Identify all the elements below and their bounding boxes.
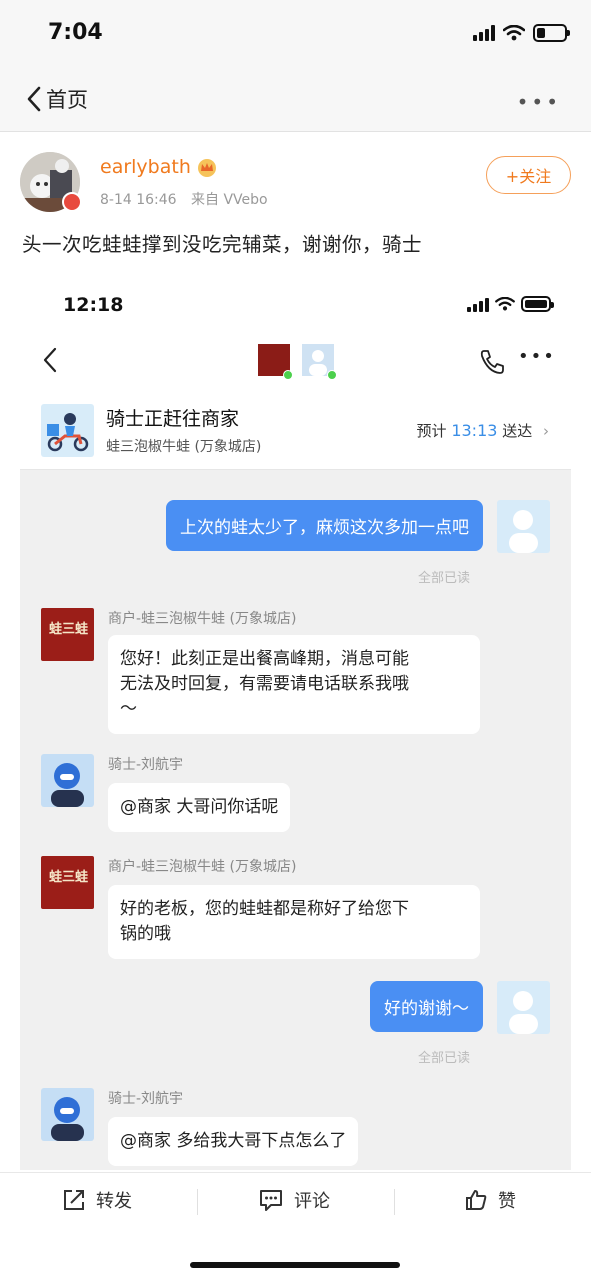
message-line: ～ — [120, 699, 137, 719]
more-icon[interactable]: ••• — [518, 346, 556, 367]
sender-name: 骑士-刘航宇 — [108, 1091, 184, 1107]
message-bubble-rider[interactable]: @商家 大哥问你话呢 — [108, 783, 291, 832]
home-indicator[interactable] — [190, 1262, 400, 1268]
read-receipt: 全部已读 — [418, 571, 471, 586]
rider-scooter-icon — [41, 404, 94, 457]
signal-icon — [467, 296, 489, 312]
message-bubble-me[interactable]: 好的谢谢～ — [370, 981, 483, 1032]
top-nav-bar: 首页 ••• — [0, 70, 591, 132]
back-chevron-icon[interactable] — [42, 346, 58, 374]
wifi-icon — [495, 297, 515, 311]
like-icon — [466, 1190, 487, 1210]
avatar-me[interactable] — [497, 981, 550, 1034]
eta-time: 13:13 — [451, 421, 498, 440]
embedded-status-icons — [467, 296, 554, 312]
comment-icon — [260, 1190, 282, 1211]
sender-name: 商户-蛙三泡椒牛蛙 (万象城店) — [108, 859, 297, 875]
message-line: 好的老板，您的蛙蛙都是称好了给您下 — [120, 899, 409, 919]
repost-button[interactable]: 转发 — [62, 1187, 132, 1213]
message-bubble-shop[interactable]: 好的老板，您的蛙蛙都是称好了给您下 锅的哦 — [108, 885, 480, 959]
crown-icon — [198, 159, 216, 177]
post-action-bar: 转发 评论 赞 — [0, 1172, 591, 1232]
signal-icon — [473, 25, 495, 41]
status-time: 7:04 — [48, 20, 103, 45]
order-status: 骑士正赶往商家 — [106, 408, 240, 430]
post-date: 8-14 16:46 — [100, 192, 177, 208]
post-meta: 8-14 16:46 来自 VVebo — [100, 189, 268, 209]
post-source: 来自 VVebo — [191, 192, 268, 208]
back-chevron-icon — [27, 86, 41, 112]
phone-icon[interactable] — [478, 348, 506, 376]
battery-icon — [533, 24, 570, 42]
follow-button[interactable]: +关注 — [486, 156, 571, 194]
username[interactable]: earlybath — [100, 156, 191, 178]
like-button[interactable]: 赞 — [464, 1187, 516, 1213]
order-eta[interactable]: 预计 13:13 送达 › — [417, 420, 549, 441]
read-receipt: 全部已读 — [418, 1051, 471, 1066]
comment-button[interactable]: 评论 — [258, 1187, 330, 1213]
avatar-shop[interactable]: 蛙三蛙 — [41, 608, 94, 661]
avatar-shop[interactable]: 蛙三蛙 — [41, 856, 94, 909]
message-bubble-shop[interactable]: 您好！此刻正是出餐高峰期，消息可能 无法及时回复，有需要请电话联系我哦 ～ — [108, 635, 480, 734]
sender-name: 商户-蛙三泡椒牛蛙 (万象城店) — [108, 611, 297, 627]
avatar-me[interactable] — [497, 500, 550, 553]
order-shop-name: 蛙三泡椒牛蛙 (万象城店) — [106, 439, 262, 455]
back-label: 首页 — [46, 88, 88, 112]
like-label: 赞 — [498, 1191, 516, 1212]
chevron-right-icon: › — [543, 422, 549, 440]
comment-label: 评论 — [294, 1191, 330, 1212]
avatar-rider[interactable] — [41, 754, 94, 807]
message-bubble-rider[interactable]: @商家 多给我大哥下点怎么了 — [108, 1117, 359, 1166]
message-line: 锅的哦 — [120, 924, 171, 944]
battery-icon — [521, 296, 554, 312]
sender-name: 骑士-刘航宇 — [108, 757, 184, 773]
order-status-bar[interactable]: 骑士正赶往商家 蛙三泡椒牛蛙 (万象城店) 预计 13:13 送达 › — [20, 390, 571, 470]
divider — [197, 1189, 198, 1215]
wifi-icon — [503, 25, 525, 41]
status-icons — [473, 24, 570, 42]
online-indicator — [283, 370, 293, 380]
shop-logo-text: 蛙三蛙 — [49, 622, 89, 637]
more-icon[interactable]: ••• — [517, 90, 561, 114]
message-line: 您好！此刻正是出餐高峰期，消息可能 — [120, 649, 409, 669]
message-line: 无法及时回复，有需要请电话联系我哦 — [120, 674, 409, 694]
eta-suffix: 送达 — [502, 422, 533, 440]
repost-icon — [64, 1190, 84, 1210]
shop-logo-text: 蛙三蛙 — [49, 870, 89, 885]
divider — [394, 1189, 395, 1215]
online-indicator — [327, 370, 337, 380]
chat-header: 12:18 ••• 骑士正赶往商家 蛙三泡椒牛蛙 (万象城店) 预计 13:13… — [20, 278, 571, 470]
status-bar: 7:04 — [0, 0, 591, 70]
avatar-rider[interactable] — [41, 1088, 94, 1141]
message-bubble-me[interactable]: 上次的蛙太少了，麻烦这次多加一点吧 — [166, 500, 483, 551]
embedded-chat-screenshot[interactable]: 12:18 ••• 骑士正赶往商家 蛙三泡椒牛蛙 (万象城店) 预计 13:13… — [20, 278, 571, 1170]
repost-label: 转发 — [96, 1191, 132, 1212]
back-button[interactable]: 首页 — [26, 84, 88, 114]
post-text: 头一次吃蛙蛙撑到没吃完辅菜，谢谢你，骑士 — [22, 233, 423, 256]
verified-badge — [62, 192, 82, 212]
embedded-status-time: 12:18 — [63, 294, 124, 316]
eta-prefix: 预计 — [416, 422, 447, 440]
